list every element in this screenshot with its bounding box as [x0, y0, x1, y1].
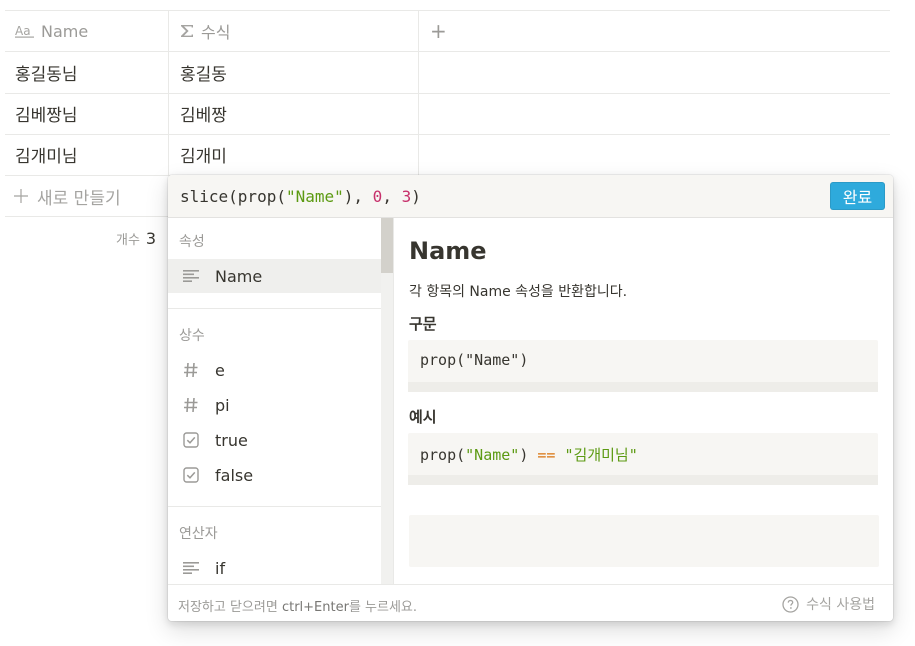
table-row-formula-cell[interactable]: 김베짱 [180, 93, 227, 133]
section-divider [168, 308, 381, 309]
code-token: ), [343, 187, 373, 206]
code-token: ) [411, 187, 421, 206]
doc-syntax-heading: 구문 [409, 315, 437, 333]
checkbox-icon [181, 467, 201, 483]
list-item-e[interactable]: e [168, 353, 381, 387]
code-token-string: "Name" [465, 446, 520, 464]
column-header-formula[interactable]: 수식 [179, 11, 409, 51]
list-item-label: pi [215, 395, 230, 415]
hint-text: 를 누르세요. [348, 600, 418, 615]
table-row-border [5, 93, 890, 94]
formula-reference-list[interactable]: 속성 Name 상수 e pi true false 연산자 if [168, 218, 381, 584]
hash-icon [181, 397, 201, 413]
row-count[interactable]: 개수 3 [116, 218, 156, 258]
list-item-label: false [215, 465, 254, 485]
code-token-number: 3 [401, 187, 412, 206]
section-label-constants: 상수 [179, 328, 205, 344]
text-lines-icon [181, 562, 201, 574]
table-row-formula-cell[interactable]: 김개미 [180, 134, 227, 174]
doc-title: Name [409, 237, 487, 265]
list-item-label: e [215, 360, 225, 380]
column-header-label: 수식 [201, 23, 231, 42]
add-column-button[interactable]: + [430, 11, 460, 51]
code-token: ) [519, 446, 538, 464]
list-item-false[interactable]: false [168, 458, 381, 492]
plus-icon: + [430, 19, 447, 43]
help-circle-icon [782, 595, 799, 613]
list-item-true[interactable]: true [168, 423, 381, 457]
new-row-button[interactable]: 새로 만들기 [13, 176, 121, 216]
formula-help-link[interactable]: 수식 사용법 [782, 594, 875, 614]
help-label: 수식 사용법 [806, 597, 875, 613]
table-row-formula-cell[interactable]: 홍길동 [180, 52, 227, 92]
code-token-operator: == [537, 446, 556, 464]
new-row-label: 새로 만들기 [37, 188, 121, 209]
doc-description: 각 항목의 Name 속성을 반환합니다. [409, 284, 628, 300]
code-token: , [382, 187, 402, 206]
column-header-name[interactable]: Aa Name [15, 11, 165, 51]
table-header-border [5, 51, 890, 52]
section-label-operators: 연산자 [179, 526, 218, 542]
column-divider [168, 10, 169, 175]
code-token-string: "Name" [285, 187, 344, 206]
list-item-label: if [215, 558, 226, 578]
sigma-icon [179, 23, 195, 39]
text-type-icon: Aa [15, 24, 35, 38]
code-scrollbar [408, 382, 878, 392]
formula-documentation: Name 각 항목의 Name 속성을 반환합니다. 구문 예시 [393, 218, 893, 584]
hint-key: ctrl+Enter [281, 600, 349, 615]
table-row-name-cell[interactable]: 김개미님 [15, 134, 78, 174]
example-code: prop("Name") == "김개미님" [420, 444, 638, 465]
code-token: slice(prop( [180, 187, 286, 206]
svg-text:Aa: Aa [15, 24, 31, 38]
save-hint: 저장하고 닫으려면 ctrl+Enter를 누르세요. [178, 596, 417, 615]
count-label: 개수 [116, 232, 140, 248]
code-scrollbar [408, 475, 878, 485]
doc-example-heading: 예시 [409, 408, 437, 426]
syntax-code-block: prop("Name") [408, 340, 878, 392]
text-lines-icon [181, 270, 201, 282]
hint-text: 저장하고 닫으려면 [178, 600, 282, 615]
code-token: prop( [420, 446, 466, 464]
list-item-if[interactable]: if [168, 551, 381, 584]
formula-editor-popup: slice(prop("Name"), 0, 3) 완료 속성 Name 상수 … [168, 175, 893, 621]
list-item-name[interactable]: Name [168, 259, 381, 293]
table-row-name-cell[interactable]: 김베짱님 [15, 93, 78, 133]
checkbox-icon [181, 432, 201, 448]
table-bottom-border [5, 216, 168, 217]
code-token-number: 0 [372, 187, 383, 206]
list-item-label: Name [215, 266, 263, 286]
hash-icon [181, 362, 201, 378]
formula-input[interactable]: slice(prop("Name"), 0, 3) 완료 [168, 175, 893, 218]
table-row-name-cell[interactable]: 홍길동님 [15, 52, 78, 92]
formula-code[interactable]: slice(prop("Name"), 0, 3) [180, 187, 421, 206]
section-divider [168, 506, 381, 507]
syntax-code: prop("Name") [420, 351, 529, 369]
list-item-label: true [215, 430, 248, 450]
list-scrollbar-thumb[interactable] [381, 218, 393, 273]
count-value: 3 [145, 228, 157, 248]
done-button[interactable]: 완료 [830, 182, 885, 210]
code-token-string: "김개미님" [564, 446, 638, 464]
section-label-properties: 속성 [179, 234, 205, 250]
list-item-pi[interactable]: pi [168, 388, 381, 422]
column-divider [418, 10, 419, 175]
doc-syntax-code [409, 515, 879, 567]
column-header-label: Name [41, 21, 89, 41]
formula-footer: 저장하고 닫으려면 ctrl+Enter를 누르세요. 수식 사용법 [168, 584, 893, 621]
plus-icon [13, 188, 29, 204]
table-row-border [5, 134, 890, 135]
example-code-block: prop("Name") == "김개미님" [408, 433, 878, 485]
